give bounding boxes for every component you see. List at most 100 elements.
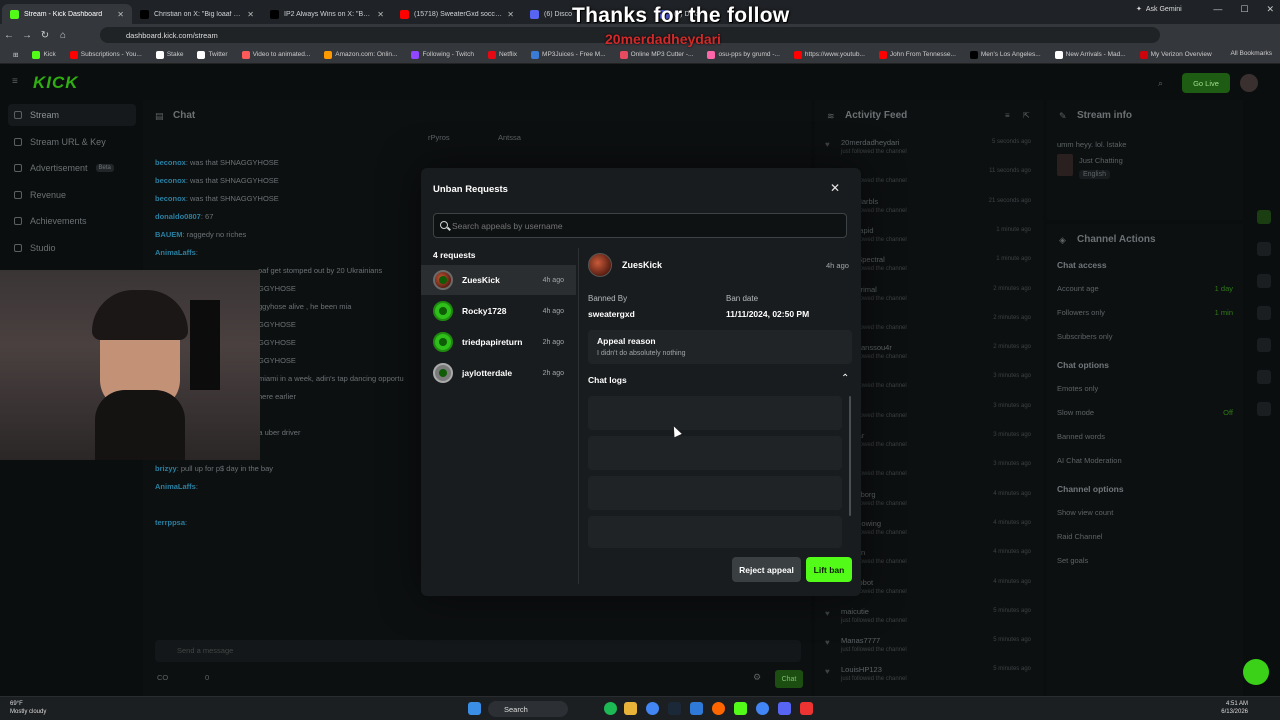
bookmark-item[interactable]: Following - Twitch	[404, 50, 481, 59]
back-icon[interactable]: ←	[0, 30, 18, 41]
avatar[interactable]	[1240, 74, 1258, 92]
obs-icon[interactable]	[712, 702, 725, 715]
search-icon[interactable]: ⌕	[1158, 78, 1163, 89]
chat-username[interactable]: beconox	[155, 194, 186, 203]
recorder-icon[interactable]	[800, 702, 813, 715]
channel-action-row[interactable]: Slow mode Off	[1057, 408, 1233, 417]
reject-appeal-button[interactable]: Reject appeal	[732, 557, 801, 582]
search-input[interactable]	[433, 213, 847, 238]
home-icon[interactable]: ⌂	[54, 30, 72, 41]
popout-icon[interactable]: ⇱	[1023, 111, 1030, 120]
bookmark-item[interactable]: Men's Los Angeles...	[963, 50, 1048, 59]
rail-icon-1[interactable]	[1257, 210, 1271, 224]
close-window-icon[interactable]: ✕	[1266, 4, 1274, 15]
bookmark-item[interactable]: My Verizon Overview	[1133, 50, 1219, 59]
ask-gemini-button[interactable]: ✦ Ask Gemini	[1136, 5, 1182, 14]
rail-icon-3[interactable]	[1257, 274, 1271, 288]
unban-request-item[interactable]: jaylotterdale 2h ago	[421, 358, 576, 388]
unban-request-item[interactable]: Rocky1728 4h ago	[421, 296, 576, 326]
browser-tab[interactable]: IP2 Always Wins on X: "Burt Bro ✕	[262, 4, 392, 24]
taskbar-search[interactable]: Search	[488, 701, 568, 717]
channel-action-row[interactable]: Banned words	[1057, 432, 1233, 441]
channel-action-row[interactable]: AI Chat Moderation	[1057, 456, 1233, 465]
chat-username[interactable]: donaldo0807	[155, 212, 201, 221]
channel-action-row[interactable]: Raid Channel	[1057, 532, 1233, 541]
tab-close-icon[interactable]: ✕	[247, 10, 254, 19]
sidebar-item[interactable]: Revenue	[8, 184, 136, 206]
rail-icon-2[interactable]	[1257, 242, 1271, 256]
maximize-icon[interactable]: ☐	[1240, 4, 1248, 15]
weather-widget[interactable]: 69°F Mostly cloudy	[10, 700, 46, 716]
sidebar-item[interactable]: Achievements	[8, 210, 136, 232]
bookmark-item[interactable]: MP3Juices - Free M...	[524, 50, 613, 59]
forward-icon[interactable]: →	[18, 30, 36, 41]
chat-username[interactable]: terrppsa	[155, 518, 185, 527]
pinned-user-2[interactable]: Antssa	[498, 133, 521, 142]
channel-action-row[interactable]: Set goals	[1057, 556, 1233, 565]
rail-icon-7[interactable]	[1257, 402, 1271, 416]
all-bookmarks[interactable]: All Bookmarks	[1230, 50, 1272, 57]
browser-tab[interactable]: Christian on X: "Big loaaf gets jt ✕	[132, 4, 262, 24]
channel-action-row[interactable]: Subscribers only	[1057, 332, 1233, 341]
browser-tab[interactable]: Stream - Kick Dashboard ✕	[2, 4, 132, 24]
kick-app-icon[interactable]	[734, 702, 747, 715]
tab-close-icon[interactable]: ✕	[507, 10, 514, 19]
activity-username[interactable]: LouisHP123	[841, 665, 882, 674]
sidebar-item[interactable]: Stream	[8, 104, 136, 126]
chat-username[interactable]: beconox	[155, 176, 186, 185]
bookmark-item[interactable]: osu-pps by grumd -...	[700, 50, 786, 59]
pinned-user-1[interactable]: rPyros	[428, 133, 450, 142]
bookmark-item[interactable]: New Arrivals - Mad...	[1048, 50, 1133, 59]
activity-username[interactable]: maicutie	[841, 607, 869, 616]
lift-ban-button[interactable]: Lift ban	[806, 557, 852, 582]
tab-close-icon[interactable]: ✕	[377, 10, 384, 19]
sidebar-item[interactable]: Advertisement Beta	[8, 157, 136, 179]
chat-input[interactable]: Send a message	[155, 640, 801, 662]
rail-icon-5[interactable]	[1257, 338, 1271, 352]
menu-icon[interactable]: ≡	[12, 76, 18, 87]
discord-icon[interactable]	[778, 702, 791, 715]
bookmark-item[interactable]: Video to animated...	[235, 50, 318, 59]
chat-settings-icon[interactable]: ⚙	[753, 672, 761, 683]
apps-grid-icon[interactable]: ⊞	[6, 51, 25, 59]
steam-icon[interactable]	[668, 702, 681, 715]
chat-username[interactable]: AnimaLaffs	[155, 248, 196, 257]
bookmark-item[interactable]: Subscriptions - You...	[63, 50, 149, 59]
windows-start-icon[interactable]	[468, 702, 481, 715]
bookmark-item[interactable]: Netflix	[481, 50, 524, 59]
browser-tab[interactable]: (15718) SweaterGxd soccer hig ✕	[392, 4, 522, 24]
close-icon[interactable]: ✕	[830, 181, 840, 195]
kick-logo[interactable]: KICK	[33, 73, 79, 93]
chat-username[interactable]: BAUEM	[155, 230, 183, 239]
channel-action-row[interactable]: Followers only 1 min	[1057, 308, 1233, 317]
tab-close-icon[interactable]: ✕	[117, 10, 124, 19]
channel-action-row[interactable]: Account age 1 day	[1057, 284, 1233, 293]
chrome-profile-icon[interactable]	[756, 702, 769, 715]
spotify-icon[interactable]	[604, 702, 617, 715]
chat-username[interactable]: AnimaLaffs	[155, 482, 196, 491]
unban-request-item[interactable]: ZuesKick 4h ago	[421, 265, 576, 295]
filter-icon[interactable]: ≡	[1005, 111, 1010, 120]
chrome-icon[interactable]	[646, 702, 659, 715]
sidebar-item[interactable]: Studio	[8, 237, 136, 259]
unban-request-item[interactable]: triedpapireturn 2h ago	[421, 327, 576, 357]
bookmark-item[interactable]: Stake	[149, 50, 191, 59]
reload-icon[interactable]: ↻	[36, 30, 54, 41]
activity-username[interactable]: 20merdadheydari	[841, 138, 899, 147]
bookmark-item[interactable]: John From Tennesse...	[872, 50, 963, 59]
channel-action-row[interactable]: Show view count	[1057, 508, 1233, 517]
chevron-up-icon[interactable]: ⌃	[841, 373, 849, 384]
channel-action-row[interactable]: Emotes only	[1057, 384, 1233, 393]
go-live-button[interactable]: Go Live	[1182, 73, 1230, 93]
system-clock[interactable]: 4:51 AM 6/13/2026	[1212, 700, 1248, 716]
bookmark-item[interactable]: Online MP3 Cutter -...	[613, 50, 701, 59]
bookmark-item[interactable]: Kick	[25, 50, 62, 59]
activity-username[interactable]: Manas7777	[841, 636, 880, 645]
minimize-icon[interactable]: —	[1213, 4, 1222, 15]
chat-username[interactable]: beconox	[155, 158, 186, 167]
bookmark-item[interactable]: https://www.youtub...	[787, 50, 872, 59]
bookmark-item[interactable]: Amazon.com: Onlin...	[317, 50, 404, 59]
chat-send-button[interactable]: Chat	[775, 670, 803, 688]
bookmark-item[interactable]: Twitter	[190, 50, 234, 59]
chat-username[interactable]: brizyy	[155, 464, 177, 473]
